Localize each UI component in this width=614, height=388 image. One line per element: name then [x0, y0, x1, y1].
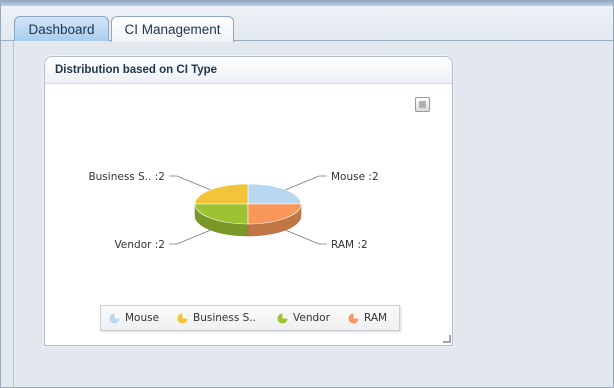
legend-label: RAM — [364, 312, 388, 324]
label-connector-1 — [169, 175, 211, 191]
slice-label-0: Mouse :2 — [331, 171, 379, 183]
chart-legend: Mouse Business S.. Vendor RAM — [100, 305, 400, 331]
legend-item[interactable]: Mouse — [109, 312, 159, 324]
label-connector-2 — [169, 229, 211, 245]
pie-legend-icon — [277, 313, 288, 323]
legend-label: Mouse — [125, 312, 160, 324]
label-connector-3 — [285, 229, 327, 245]
app-frame: Dashboard CI Management Distribution bas… — [0, 0, 614, 388]
pie-chart: Mouse :2 Business S.. :2 Vendor :2 RAM :2 — [88, 171, 379, 251]
slice-label-1: Business S.. :2 — [88, 171, 165, 183]
tab-dashboard[interactable]: Dashboard — [14, 16, 109, 41]
legend-item[interactable]: Vendor — [277, 312, 330, 324]
label-connector-0 — [285, 175, 327, 191]
tab-bar: Dashboard CI Management — [1, 6, 613, 42]
pie-legend-icon — [109, 313, 120, 323]
legend-label: Business S.. — [193, 312, 256, 324]
legend-item[interactable]: Business S.. — [177, 312, 256, 324]
slice-label-3: RAM :2 — [331, 239, 368, 251]
slice-label-2: Vendor :2 — [115, 239, 165, 251]
tab-ci-management[interactable]: CI Management — [111, 16, 234, 42]
legend-item[interactable]: RAM — [348, 312, 387, 324]
pie-legend-icon — [177, 313, 188, 323]
resize-grip-icon[interactable] — [443, 335, 451, 343]
pie-legend-icon — [348, 313, 359, 323]
content-border — [13, 41, 14, 387]
legend-label: Vendor — [293, 312, 330, 324]
chart-panel: Distribution based on CI Type Mouse :2 Bu… — [44, 56, 453, 346]
